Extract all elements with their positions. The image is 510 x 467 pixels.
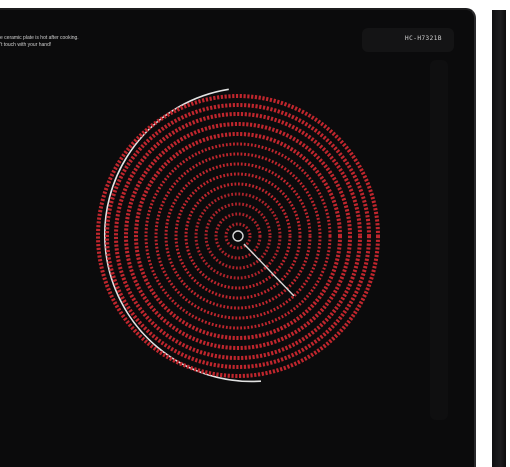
- coil-ring: [164, 162, 312, 310]
- coil-ring: [184, 182, 292, 290]
- coil-ring: [194, 192, 282, 280]
- coil-ring: [144, 142, 332, 330]
- coil-ring: [224, 222, 252, 250]
- center-terminal: [232, 230, 244, 242]
- coil-ring: [154, 152, 322, 320]
- coil-ring: [214, 212, 262, 260]
- product-photo: e ceramic plate is hot after cooking. 't…: [0, 0, 510, 467]
- coil-ring: [124, 122, 352, 350]
- coil-ring: [114, 112, 362, 360]
- heating-zone: [96, 88, 380, 383]
- coil-lead: [243, 243, 295, 297]
